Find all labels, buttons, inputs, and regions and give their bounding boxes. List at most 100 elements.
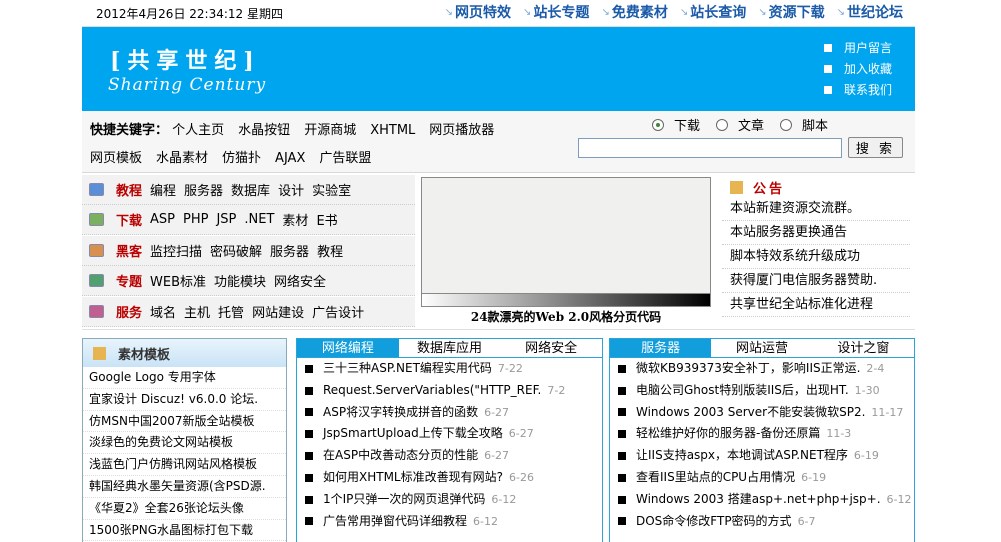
feature-caption[interactable]: 24款漂亮的Web 2.0风格分页代码 [421,308,711,325]
keyword-link[interactable]: 开源商城 [304,123,356,138]
keyword-link[interactable]: 个人主页 [172,123,224,138]
list-item[interactable]: 广告常用弹窗代码详细教程 6-12 [297,511,602,533]
category-link[interactable]: 服务器 [184,180,223,199]
notice-item[interactable]: 本站服务器更换通告 [722,221,910,245]
feature-image[interactable] [421,177,711,307]
notice-item[interactable]: 本站新建资源交流群。 [722,197,910,221]
keyword-link[interactable]: AJAX [275,151,305,166]
list-item-title[interactable]: 广告常用弹窗代码详细教程 [323,511,467,533]
keyword-link[interactable]: XHTML [370,123,415,138]
list-item[interactable]: DOS命令修改FTP密码的方式 6-7 [610,511,914,533]
top-nav-link[interactable]: ↘ 资源下载 [758,2,824,22]
list-item-title[interactable]: 微软KB939373安全补丁，影响IIS正常运. [636,358,860,380]
template-item[interactable]: Google Logo 专用字体 [83,367,286,389]
list-item-title[interactable]: 电脑公司Ghost特别版装IIS后，出现HT. [636,380,849,402]
search-button[interactable]: 搜 索 [848,137,903,158]
banner-link[interactable]: 用户留言 [824,37,892,58]
search-option[interactable]: 下载 [652,115,700,134]
category-link[interactable]: 域名 [150,302,176,321]
category-name[interactable]: 下载 [116,210,142,229]
category-link[interactable]: 编程 [150,180,176,199]
category-link[interactable]: 教程 [317,241,343,260]
list-item[interactable]: 如何用XHTML标准改善现有网站? 6-26 [297,467,602,489]
template-item[interactable]: 韩国经典水墨矢量资源(含PSD源. [83,476,286,498]
notice-item[interactable]: 获得厦门电信服务器赞助. [722,269,910,293]
category-link[interactable]: 密码破解 [210,241,262,260]
list-item[interactable]: 1个IP只弹一次的网页退弹代码 6-12 [297,489,602,511]
list-item-title[interactable]: JspSmartUpload上传下载全攻略 [323,423,503,445]
panel-tab[interactable]: 设计之窗 [813,339,914,357]
category-link[interactable]: 素材 [282,210,308,229]
list-item[interactable]: 查看IIS里站点的CPU占用情况 6-19 [610,467,914,489]
category-link[interactable]: E书 [316,210,337,229]
category-link[interactable]: 数据库 [231,180,270,199]
panel-tab[interactable]: 网络编程 [297,339,399,357]
category-link[interactable]: 实验室 [312,180,351,199]
category-link[interactable]: .NET [244,212,274,227]
keyword-link[interactable]: 网页模板 [90,151,142,166]
list-item-title[interactable]: Windows 2003 Server不能安装微软SP2. [636,402,865,424]
keyword-link[interactable]: 水晶按钮 [238,123,290,138]
top-nav-link[interactable]: ↘ 站长专题 [523,2,589,22]
notice-item[interactable]: 脚本特效系统升级成功 [722,245,910,269]
banner-link[interactable]: 加入收藏 [824,58,892,79]
panel-tab[interactable]: 网络安全 [500,339,602,357]
category-name[interactable]: 专题 [116,271,142,290]
category-link[interactable]: ASP [150,212,175,227]
top-nav-link[interactable]: ↘ 免费素材 [601,2,667,22]
list-item-title[interactable]: 让IIS支持aspx，本地调试ASP.NET程序 [636,445,848,467]
list-item-title[interactable]: Request.ServerVariables("HTTP_REF. [323,380,541,402]
panel-tab[interactable]: 数据库应用 [399,339,501,357]
category-link[interactable]: 托管 [218,302,244,321]
list-item[interactable]: 让IIS支持aspx，本地调试ASP.NET程序 6-19 [610,445,914,467]
list-item[interactable]: Windows 2003 Server不能安装微软SP2. 11-17 [610,402,914,424]
category-link[interactable]: WEB标准 [150,271,206,290]
notice-item[interactable]: 共享世纪全站标准化进程 [722,293,910,317]
list-item[interactable]: 三十三种ASP.NET编程实用代码 7-22 [297,358,602,380]
list-item-title[interactable]: 1个IP只弹一次的网页退弹代码 [323,489,485,511]
keyword-link[interactable]: 网页播放器 [429,123,494,138]
list-item-title[interactable]: Windows 2003 搭建asp+.net+php+jsp+. [636,489,881,511]
template-item[interactable]: 浅蓝色门户仿腾讯网站风格模板 [83,454,286,476]
radio-icon[interactable] [716,118,729,131]
template-item[interactable]: 淡绿色的免费论文网站模板 [83,432,286,455]
category-link[interactable]: 广告设计 [312,302,364,321]
top-nav-link[interactable]: ↘ 网页特效 [445,2,511,22]
category-name[interactable]: 教程 [116,180,142,199]
list-item-title[interactable]: 查看IIS里站点的CPU占用情况 [636,467,795,489]
category-link[interactable]: 网站建设 [252,302,304,321]
site-logo[interactable]: [共享世纪] [110,43,261,75]
template-item[interactable]: 宜家设计 Discuz! v6.0.0 论坛. [83,389,286,411]
list-item-title[interactable]: 在ASP中改善动态分页的性能 [323,445,478,467]
category-link[interactable]: 功能模块 [214,271,266,290]
top-nav-link[interactable]: ↘ 世纪论坛 [837,2,903,22]
list-item[interactable]: 轻松维护好你的服务器-备份还原篇 11-3 [610,423,914,445]
template-item[interactable]: 1500张PNG水晶图标打包下载 [83,520,286,542]
search-option[interactable]: 文章 [716,115,764,134]
list-item[interactable]: 电脑公司Ghost特别版装IIS后，出现HT. 1-30 [610,380,914,402]
template-item[interactable]: 《华夏2》全套26张论坛头像 [83,498,286,520]
top-nav-link[interactable]: ↘ 站长查询 [680,2,746,22]
list-item-title[interactable]: 轻松维护好你的服务器-备份还原篇 [636,423,820,445]
category-link[interactable]: JSP [216,212,236,227]
list-item[interactable]: JspSmartUpload上传下载全攻略 6-27 [297,423,602,445]
category-link[interactable]: PHP [183,212,208,227]
template-item[interactable]: 仿MSN中国2007新版全站模板 [83,411,286,433]
category-name[interactable]: 黑客 [116,241,142,260]
radio-icon[interactable] [652,118,664,131]
keyword-link[interactable]: 仿猫扑 [222,151,261,166]
list-item-title[interactable]: DOS命令修改FTP密码的方式 [636,511,792,533]
list-item-title[interactable]: 三十三种ASP.NET编程实用代码 [323,358,492,380]
category-link[interactable]: 设计 [278,180,304,199]
keyword-link[interactable]: 水晶素材 [156,151,208,166]
category-link[interactable]: 监控扫描 [150,241,202,260]
list-item[interactable]: 微软KB939373安全补丁，影响IIS正常运. 2-4 [610,358,914,380]
search-input[interactable] [578,138,842,158]
category-link[interactable]: 服务器 [270,241,309,260]
panel-tab[interactable]: 服务器 [610,339,712,357]
panel-tab[interactable]: 网站运营 [711,339,812,357]
list-item[interactable]: Request.ServerVariables("HTTP_REF. 7-2 [297,380,602,402]
category-name[interactable]: 服务 [116,302,142,321]
list-item[interactable]: ASP将汉字转换成拼音的函数 6-27 [297,402,602,424]
radio-icon[interactable] [780,118,793,131]
